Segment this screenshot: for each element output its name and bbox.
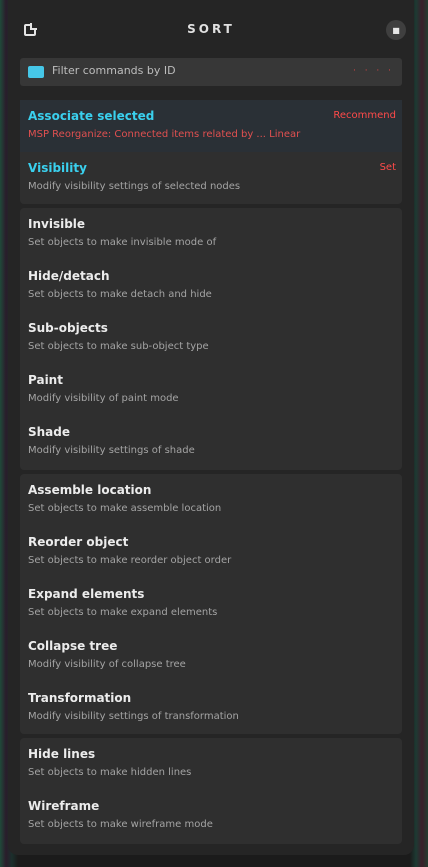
list-item[interactable]: Transformation Modify visibility setting… [20, 682, 402, 734]
item-name: Wireframe [28, 799, 100, 813]
filter-input-text: Filter commands by ID [52, 64, 176, 77]
item-description: Modify visibility settings of shade [28, 445, 195, 456]
item-name: Associate selected [28, 109, 155, 123]
item-tag: Set [379, 162, 396, 173]
item-description: Modify visibility of paint mode [28, 393, 179, 404]
close-icon: ■ [392, 25, 400, 35]
list-item[interactable]: Invisible Set objects to make invisible … [20, 208, 402, 260]
sort-panel: SORT ■ Filter commands by ID · · · · Ass… [8, 0, 414, 855]
panel-title: SORT [187, 22, 235, 36]
item-name: Assemble location [28, 483, 152, 497]
command-group-3: Assemble location Set objects to make as… [20, 474, 402, 734]
item-description: Set objects to make detach and hide [28, 289, 212, 300]
command-group-4: Hide lines Set objects to make hidden li… [20, 738, 402, 844]
item-tag: Recommend [333, 110, 396, 121]
item-description: Modify visibility settings of selected n… [28, 181, 241, 192]
filter-accent-icon [28, 66, 44, 78]
item-name: Hide/detach [28, 269, 110, 283]
item-description: Set objects to make hidden lines [28, 767, 192, 778]
item-name: Sub-objects [28, 321, 108, 335]
item-description: Set objects to make assemble location [28, 503, 222, 514]
list-item[interactable]: Collapse tree Modify visibility of colla… [20, 630, 402, 682]
item-description: MSP Reorganize: Connected items related … [28, 129, 301, 140]
item-name: Expand elements [28, 587, 145, 601]
item-description: Modify visibility of collapse tree [28, 659, 186, 670]
filter-trail: · · · · [352, 66, 394, 76]
filter-input[interactable]: Filter commands by ID · · · · [20, 58, 402, 86]
item-name: Reorder object [28, 535, 129, 549]
list-item[interactable]: Hide/detach Set objects to make detach a… [20, 260, 402, 312]
item-name: Hide lines [28, 747, 96, 761]
item-name: Visibility [28, 161, 87, 175]
item-name: Paint [28, 373, 63, 387]
item-description: Set objects to make expand elements [28, 607, 218, 618]
item-description: Set objects to make sub-object type [28, 341, 209, 352]
list-item[interactable]: Hide lines Set objects to make hidden li… [20, 738, 402, 790]
list-item[interactable]: Visibility Modify visibility settings of… [20, 152, 402, 204]
item-name: Collapse tree [28, 639, 118, 653]
list-item[interactable]: Assemble location Set objects to make as… [20, 474, 402, 526]
list-item[interactable]: Paint Modify visibility of paint mode [20, 364, 402, 416]
item-description: Set objects to make invisible mode of [28, 237, 217, 248]
list-item[interactable]: Associate selected MSP Reorganize: Conne… [20, 100, 402, 152]
list-item[interactable]: Reorder object Set objects to make reord… [20, 526, 402, 578]
item-name: Invisible [28, 217, 86, 231]
item-name: Transformation [28, 691, 132, 705]
item-name: Shade [28, 425, 71, 439]
close-button[interactable]: ■ [386, 20, 406, 40]
list-item[interactable]: Sub-objects Set objects to make sub-obje… [20, 312, 402, 364]
panel-header: SORT ■ [8, 0, 414, 58]
item-description: Modify visibility settings of transforma… [28, 711, 239, 722]
list-item[interactable]: Expand elements Set objects to make expa… [20, 578, 402, 630]
item-description: Set objects to make wireframe mode [28, 819, 213, 830]
list-item[interactable]: Wireframe Set objects to make wireframe … [20, 790, 402, 842]
item-description: Set objects to make reorder object order [28, 555, 232, 566]
command-group-2: Invisible Set objects to make invisible … [20, 208, 402, 470]
list-item[interactable]: Shade Modify visibility settings of shad… [20, 416, 402, 468]
command-group-1: Associate selected MSP Reorganize: Conne… [20, 100, 402, 204]
